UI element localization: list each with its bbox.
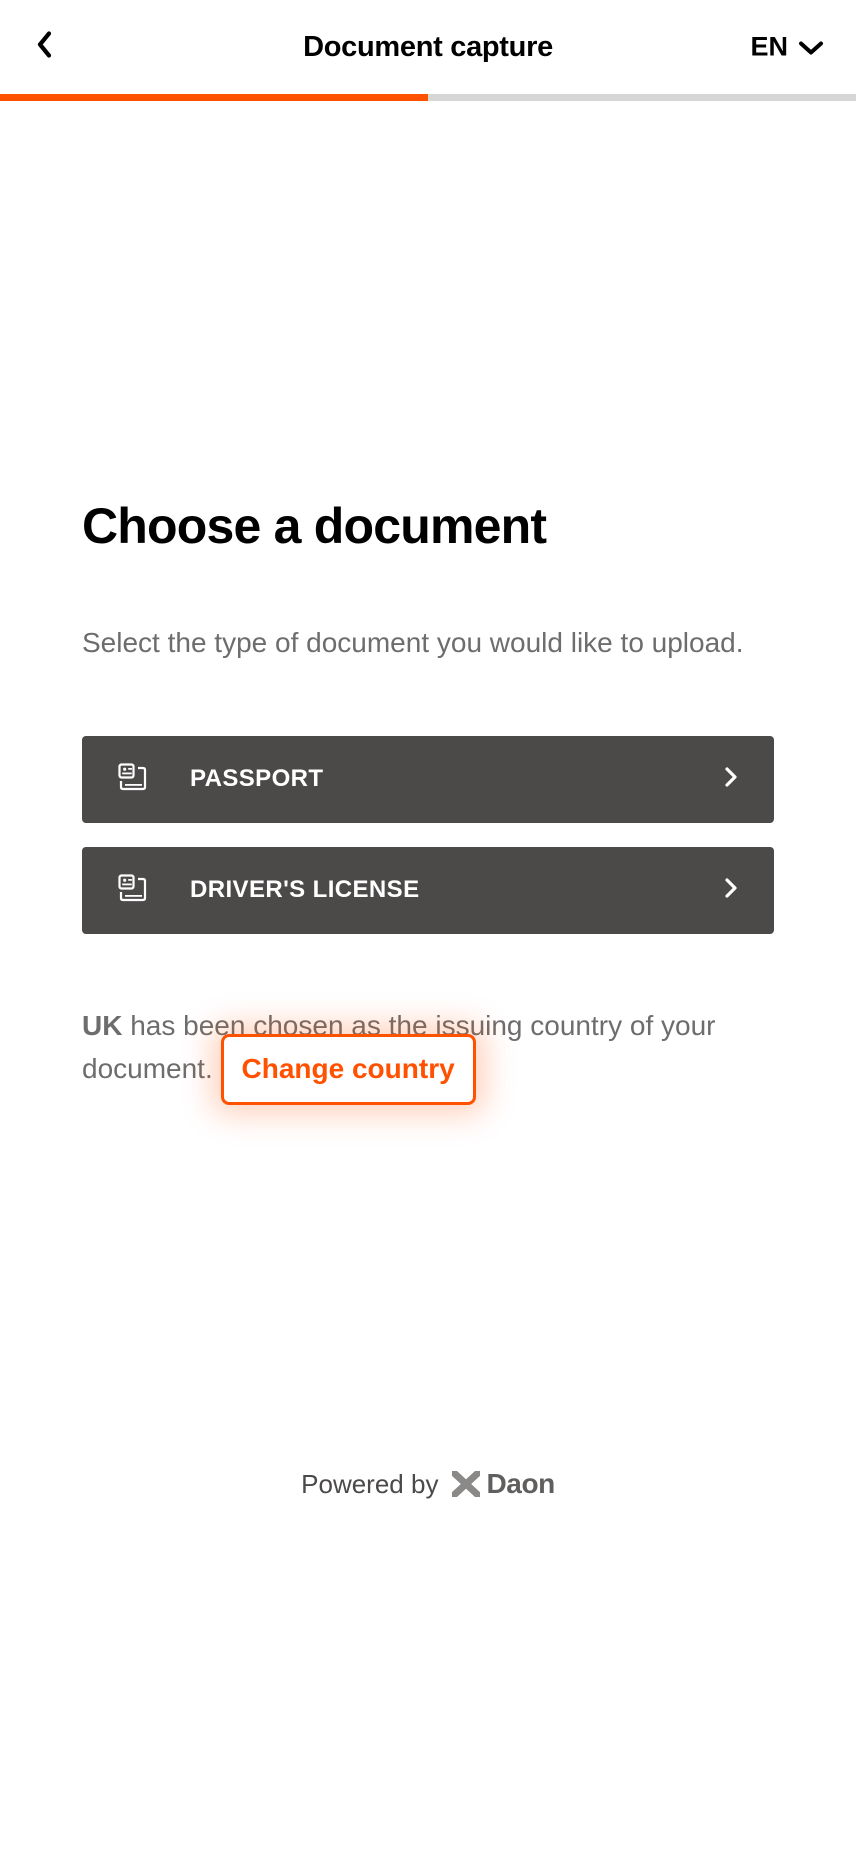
country-note: UK has been chosen as the issuing countr… [82, 1006, 774, 1093]
page-heading: Choose a document [82, 497, 774, 555]
document-option-passport[interactable]: PASSPORT [82, 736, 774, 823]
powered-by-label: Powered by [301, 1469, 438, 1500]
document-list: PASSPORT DRIVER'S LICENSE [82, 736, 774, 934]
page-subheading: Select the type of document you would li… [82, 623, 774, 664]
change-country-highlight: Change country [221, 1034, 476, 1105]
brand-logo: Daon [452, 1468, 554, 1500]
navbar-title: Document capture [32, 31, 824, 64]
chevron-right-icon [724, 766, 738, 793]
document-label: DRIVER'S LICENSE [190, 876, 724, 904]
document-label: PASSPORT [190, 765, 724, 793]
document-option-drivers-license[interactable]: DRIVER'S LICENSE [82, 847, 774, 934]
chevron-right-icon [724, 877, 738, 904]
chevron-left-icon [36, 31, 54, 59]
id-card-icon [118, 763, 148, 796]
progress-bar [0, 94, 856, 101]
change-country-link[interactable]: Change country [242, 1053, 455, 1084]
language-selector[interactable]: EN [750, 32, 824, 63]
brand-name: Daon [486, 1468, 554, 1500]
id-card-icon [118, 874, 148, 907]
language-code: EN [750, 32, 788, 63]
back-button[interactable] [36, 31, 54, 64]
chevron-down-icon [798, 39, 824, 55]
progress-fill [0, 94, 428, 101]
country-code: UK [82, 1010, 122, 1041]
footer: Powered by Daon [0, 1468, 856, 1500]
x-logo-icon [452, 1471, 480, 1497]
